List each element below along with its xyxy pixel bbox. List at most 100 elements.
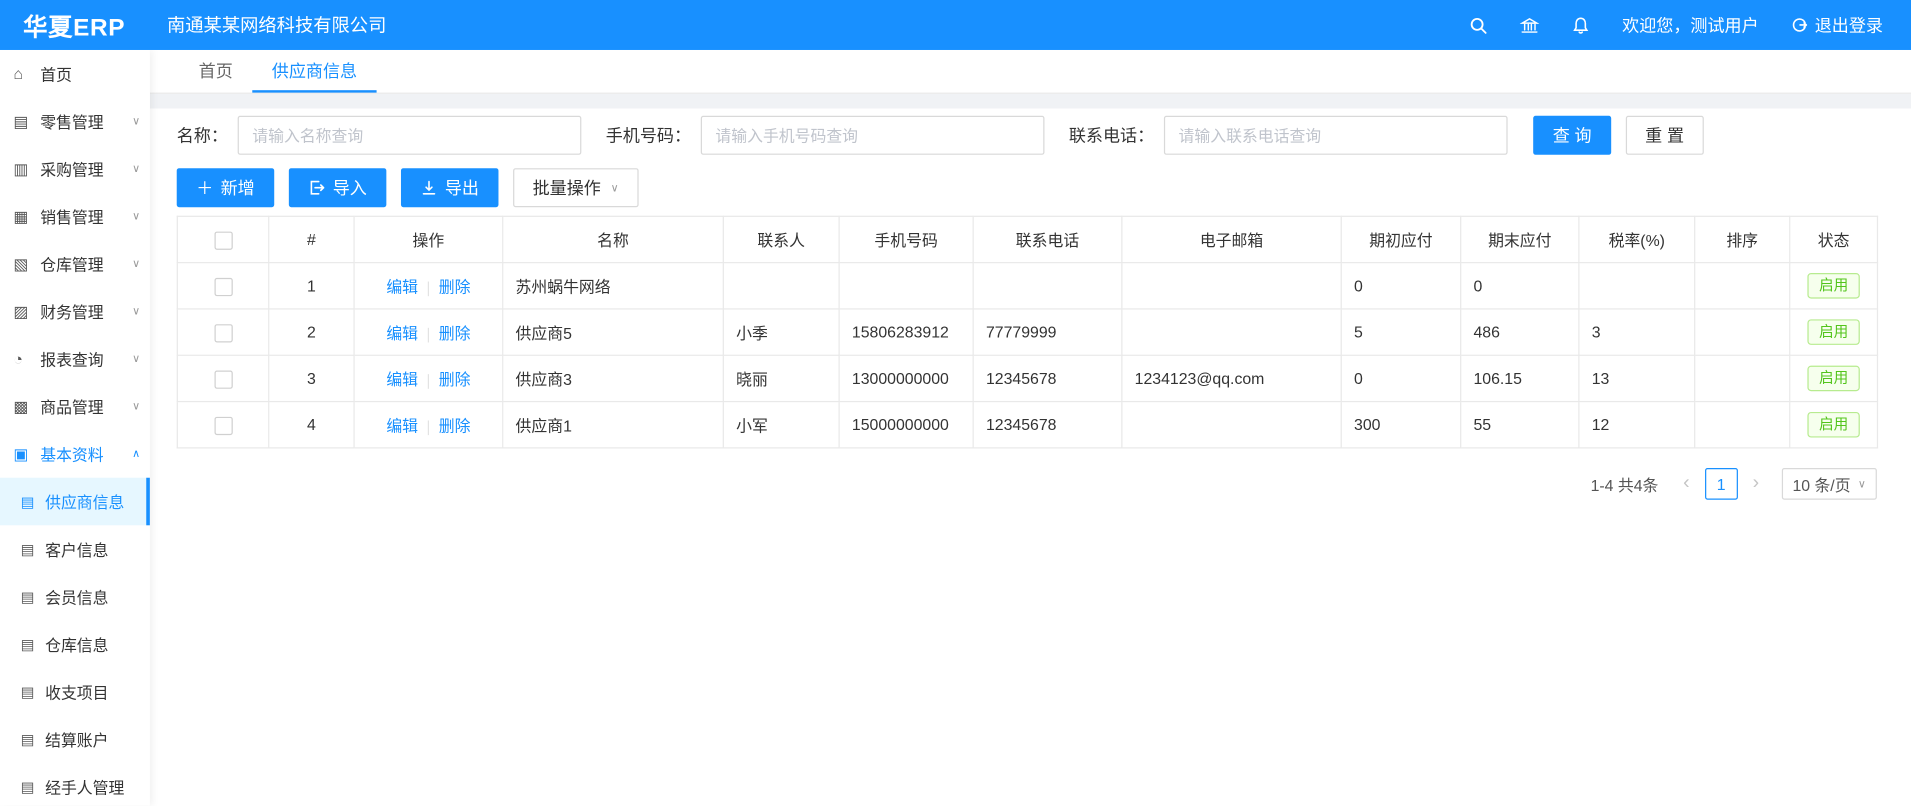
status-badge: 启用 [1808,273,1859,299]
cell-mobile: 15806283912 [839,309,973,355]
doc-icon: ▤ [21,778,38,795]
edit-link[interactable]: 编辑 [386,278,418,296]
tab-home[interactable]: 首页 [179,50,252,93]
action-divider [428,327,429,342]
tab-supplier-info[interactable]: 供应商信息 [252,50,376,93]
telephone-filter-input[interactable] [1164,116,1508,155]
chevron-up-icon: ∧ [132,447,140,460]
export-button[interactable]: 导出 [401,168,499,207]
cell-tax [1579,263,1695,309]
cell-email [1122,402,1341,448]
delete-link[interactable]: 删除 [439,278,471,296]
batch-operations-button[interactable]: 批量操作 ∨ [513,168,638,207]
sidebar-item-label: 财务管理 [40,300,103,323]
add-button[interactable]: ＋ 新增 [177,168,275,207]
status-badge: 启用 [1808,366,1859,392]
row-index: 2 [269,309,354,355]
product-icon: ▩ [13,397,31,417]
cell-name: 供应商1 [503,402,724,448]
import-button[interactable]: 导入 [289,168,387,207]
sidebar-item-label: 报表查询 [40,347,103,370]
row-checkbox[interactable] [214,370,232,388]
welcome-text: 欢迎您，测试用户 [1622,13,1759,37]
cell-tel: 12345678 [973,355,1122,401]
sidebar-subitem[interactable]: ▤仓库信息 [0,620,150,668]
sidebar-subitem[interactable]: ▤ 经手人管理 [0,763,150,806]
logout-button[interactable]: 退出登录 [1790,13,1883,37]
row-checkbox[interactable] [214,416,232,434]
sidebar-item[interactable]: ▦销售管理∨ [0,193,150,241]
cell-end: 106.15 [1461,355,1579,401]
sidebar-item[interactable]: ⌂首页 [0,50,150,98]
logout-icon [1790,16,1808,34]
add-button-label: 新增 [221,176,255,200]
edit-link[interactable]: 编辑 [386,417,418,435]
cell-sort [1695,309,1790,355]
pagination-total: 1-4 共4条 [1591,472,1659,495]
page-size-select[interactable]: 10 条/页 ∨ [1781,468,1876,500]
sidebar-subitem[interactable]: ▤供应商信息 [0,478,150,526]
page-number-button[interactable]: 1 [1705,468,1738,500]
chevron-down-icon: ∨ [132,162,140,175]
bell-icon[interactable] [1571,15,1591,35]
column-header: 名称 [503,216,724,262]
cell-tel: 77779999 [973,309,1122,355]
cell-begin: 0 [1341,355,1460,401]
select-all-checkbox[interactable] [214,231,232,249]
sidebar-item[interactable]: ◔报表查询∨ [0,335,150,383]
cell-contact: 晓丽 [723,355,839,401]
row-checkbox[interactable] [214,324,232,342]
sidebar-subitem[interactable]: ▤结算账户 [0,715,150,763]
divider-strip [150,94,1911,109]
sidebar-subitem-label: 经手人管理 [45,775,124,798]
prev-page-button[interactable]: ‹ [1671,468,1703,500]
column-header: 操作 [354,216,503,262]
edit-link[interactable]: 编辑 [386,371,418,389]
reset-button[interactable]: 重 置 [1626,116,1704,155]
cell-begin: 0 [1341,263,1460,309]
delete-link[interactable]: 删除 [439,324,471,342]
edit-link[interactable]: 编辑 [386,324,418,342]
basic-icon: ▣ [13,444,31,464]
filter-bar: 名称： 手机号码： 联系电话： 查 询 重 置 [177,116,1884,155]
mobile-filter-input[interactable] [701,116,1045,155]
bank-icon[interactable] [1520,15,1540,35]
next-page-button[interactable]: › [1740,468,1772,500]
status-badge: 启用 [1808,319,1859,345]
column-header: 联系人 [723,216,839,262]
table-row: 1编辑删除苏州蜗牛网络00启用 [177,263,1877,309]
sidebar-item[interactable]: ▧仓库管理∨ [0,240,150,288]
sidebar-item[interactable]: ▤零售管理∨ [0,98,150,146]
sidebar-item[interactable]: ▨财务管理∨ [0,288,150,336]
main-area: 首页 供应商信息 名称： 手机号码： 联系电话： 查 询 重 置 ＋ 新增 [150,50,1911,806]
cell-name: 苏州蜗牛网络 [503,263,724,309]
sidebar-subitem[interactable]: ▤会员信息 [0,573,150,621]
row-actions: 编辑 删除 [354,263,503,309]
delete-link[interactable]: 删除 [439,371,471,389]
search-button[interactable]: 查 询 [1533,116,1611,155]
sidebar-item-label: 零售管理 [40,110,103,133]
warehouse-icon: ▧ [13,254,31,274]
name-filter-input[interactable] [238,116,582,155]
sidebar-subitem[interactable]: ▤客户信息 [0,525,150,573]
sidebar-item[interactable]: ▣基本资料∧ [0,430,150,478]
chevron-down-icon: ∨ [132,305,140,318]
column-header: 状态 [1790,216,1878,262]
name-filter-label: 名称： [177,123,228,147]
export-button-label: 导出 [445,176,479,200]
sidebar-item[interactable]: ▩商品管理∨ [0,383,150,431]
cell-sort [1695,263,1790,309]
cell-sort [1695,355,1790,401]
column-header: 期初应付 [1341,216,1460,262]
sidebar-item[interactable]: ▥采购管理∨ [0,145,150,193]
page-size-value: 10 条/页 [1792,472,1850,495]
sidebar-subitem[interactable]: ▤收支项目 [0,668,150,716]
cell-email: 1234123@qq.com [1122,355,1341,401]
cell-end: 55 [1461,402,1579,448]
delete-link[interactable]: 删除 [439,417,471,435]
row-index: 3 [269,355,354,401]
row-checkbox[interactable] [214,277,232,295]
supplier-table: #操作名称联系人手机号码联系电话电子邮箱期初应付期末应付税率(%)排序状态 1编… [177,216,1878,449]
search-icon[interactable] [1469,15,1489,35]
retail-icon: ▤ [13,112,31,132]
